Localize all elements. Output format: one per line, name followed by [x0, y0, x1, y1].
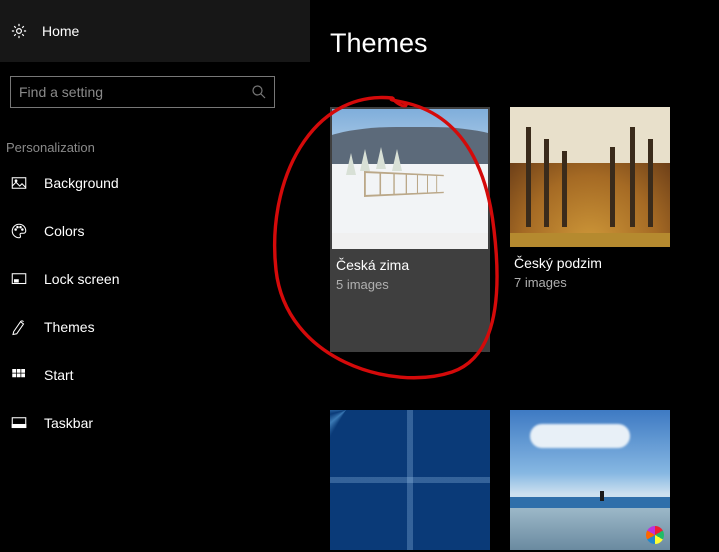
theme-card-windows[interactable] [330, 410, 490, 550]
nav-label: Colors [44, 223, 84, 239]
search-field[interactable] [11, 77, 274, 107]
themes-icon [10, 318, 28, 336]
page-title: Themes [330, 28, 719, 59]
sidebar: Home Personalization Background C [0, 0, 310, 552]
picture-icon [10, 174, 28, 192]
main-content: Themes Česká zima 5 images Český podzim … [330, 0, 719, 552]
sidebar-item-themes[interactable]: Themes [0, 303, 310, 351]
theme-thumbnail [330, 410, 490, 550]
theme-name: Česká zima [332, 257, 488, 273]
theme-count: 7 images [510, 275, 670, 290]
nav-label: Themes [44, 319, 95, 335]
sidebar-item-start[interactable]: Start [0, 351, 310, 399]
search-icon [250, 83, 268, 101]
theme-card-beach[interactable] [510, 410, 670, 550]
search-input[interactable] [10, 76, 275, 108]
palette-icon [10, 222, 28, 240]
section-label: Personalization [0, 122, 310, 159]
sidebar-item-colors[interactable]: Colors [0, 207, 310, 255]
theme-card-ceska-zima[interactable]: Česká zima 5 images [330, 107, 490, 352]
theme-thumbnail [510, 410, 670, 550]
search-wrap [0, 62, 310, 122]
theme-count: 5 images [332, 277, 488, 292]
theme-name: Český podzim [510, 255, 670, 271]
gear-icon [10, 22, 28, 40]
sidebar-item-taskbar[interactable]: Taskbar [0, 399, 310, 447]
theme-thumbnail [510, 107, 670, 247]
start-icon [10, 366, 28, 384]
nav-label: Start [44, 367, 74, 383]
sidebar-item-lockscreen[interactable]: Lock screen [0, 255, 310, 303]
home-button[interactable]: Home [0, 0, 310, 62]
nav-label: Lock screen [44, 271, 119, 287]
theme-card-cesky-podzim[interactable]: Český podzim 7 images [510, 107, 670, 352]
nav-label: Taskbar [44, 415, 93, 431]
lockscreen-icon [10, 270, 28, 288]
home-label: Home [42, 23, 79, 39]
nav-label: Background [44, 175, 119, 191]
taskbar-icon [10, 414, 28, 432]
theme-grid: Česká zima 5 images Český podzim 7 image… [330, 107, 719, 550]
sidebar-item-background[interactable]: Background [0, 159, 310, 207]
theme-thumbnail [332, 109, 488, 249]
